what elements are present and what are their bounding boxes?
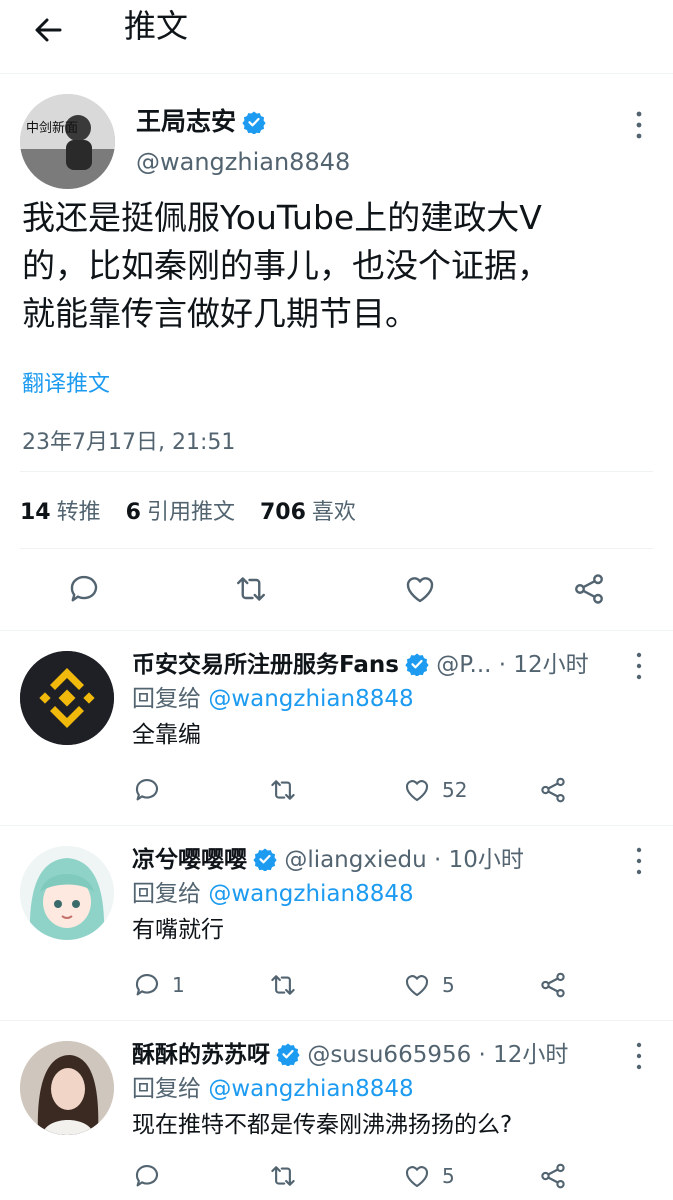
reply-button[interactable] [66, 571, 102, 607]
reply-button[interactable] [132, 1161, 172, 1191]
reply-author-name[interactable]: 币安交易所注册服务Fans [132, 652, 399, 678]
author-name-text[interactable]: 王局志安 [136, 107, 236, 136]
like-count: 52 [442, 778, 468, 802]
reply-meta: @susu665956 · 12小时 [307, 1042, 569, 1068]
reply-count: 1 [172, 973, 185, 997]
tweet-text-line: 我还是挺佩服YouTube上的建政大V [22, 198, 542, 237]
mention-link[interactable]: @wangzhian8848 [208, 881, 413, 907]
retweet-button[interactable] [233, 571, 269, 607]
reply-tweet[interactable]: 凉兮嘤嘤嘤 @liangxiedu · 10小时 回复给 @wangzhian8… [0, 826, 673, 1021]
retweets-stat[interactable]: 14 转推 [20, 500, 101, 525]
reply-header: 币安交易所注册服务Fans @P... · 12小时 [132, 649, 589, 681]
mention-link[interactable]: @wangzhian8848 [208, 686, 413, 712]
divider [20, 548, 653, 549]
share-icon [541, 777, 565, 803]
like-icon [405, 1166, 429, 1188]
author-handle[interactable]: @wangzhian8848 [136, 146, 350, 178]
more-options-button[interactable] [632, 651, 646, 681]
reply-text: 有嘴就行 [132, 917, 224, 943]
top-bar: 推文 [0, 0, 673, 74]
reply-header: 凉兮嘤嘤嘤 @liangxiedu · 10小时 [132, 844, 524, 876]
like-icon [406, 577, 434, 603]
tweet-text-line: 就能靠传言做好几期节目。 [22, 294, 418, 333]
like-button[interactable]: 52 [402, 775, 467, 805]
like-count: 5 [442, 973, 455, 997]
verified-badge-icon [405, 653, 429, 676]
share-icon [541, 972, 565, 998]
back-arrow-icon [35, 18, 62, 42]
author-avatar[interactable]: 中剑新面 [20, 94, 115, 189]
reply-icon [70, 575, 98, 602]
share-button[interactable] [538, 775, 568, 805]
like-button[interactable]: 5 [402, 1161, 455, 1191]
retweet-button[interactable] [268, 970, 308, 1000]
reply-to-line: 回复给 @wangzhian8848 [132, 1076, 414, 1102]
mention-link[interactable]: @wangzhian8848 [208, 1076, 413, 1102]
reply-avatar[interactable] [20, 1041, 114, 1135]
reply-meta: @P... · 12小时 [436, 652, 589, 678]
share-button[interactable] [538, 970, 568, 1000]
like-button[interactable] [402, 571, 438, 607]
retweet-button[interactable] [268, 775, 308, 805]
verified-badge-icon [242, 111, 266, 134]
reply-text: 全靠编 [132, 722, 201, 748]
tweet-text-line: 的，比如秦刚的事儿，也没个证据， [22, 246, 550, 285]
page-title: 推文 [124, 7, 189, 45]
reply-avatar[interactable] [20, 846, 114, 940]
reply-button[interactable] [132, 775, 172, 805]
verified-badge-icon [253, 848, 277, 871]
main-tweet: 中剑新面 王局志安 @wangzhian8848 我还是挺佩服YouTube上的… [0, 74, 673, 631]
reply-text: 现在推特不都是传秦刚沸沸扬扬的么? [132, 1112, 513, 1138]
reply-icon [135, 778, 159, 801]
reply-to-line: 回复给 @wangzhian8848 [132, 881, 414, 907]
tweet-text: 我还是挺佩服YouTube上的建政大V 的，比如秦刚的事儿，也没个证据， 就能靠… [22, 194, 642, 338]
retweet-icon [271, 975, 295, 995]
more-options-button[interactable] [632, 110, 646, 140]
more-icon [636, 652, 642, 680]
reply-icon [135, 973, 159, 996]
retweet-icon [237, 577, 265, 601]
reply-button[interactable]: 1 [132, 970, 185, 1000]
likes-stat[interactable]: 706 喜欢 [260, 500, 356, 525]
reply-header: 酥酥的苏苏呀 @susu665956 · 12小时 [132, 1039, 568, 1071]
reply-meta: @liangxiedu · 10小时 [284, 847, 524, 873]
share-button[interactable] [538, 1161, 568, 1191]
share-button[interactable] [571, 571, 607, 607]
verified-badge-icon [276, 1043, 300, 1066]
like-count: 5 [442, 1164, 455, 1188]
like-button[interactable]: 5 [402, 970, 455, 1000]
reply-tweet[interactable]: 币安交易所注册服务Fans @P... · 12小时 回复给 @wangzhia… [0, 631, 673, 826]
more-icon [636, 111, 642, 139]
retweet-button[interactable] [268, 1161, 308, 1191]
more-icon [636, 847, 642, 875]
like-icon [405, 975, 429, 997]
back-button[interactable] [30, 10, 70, 50]
author-name[interactable]: 王局志安 [136, 106, 266, 138]
share-icon [541, 1163, 565, 1189]
retweet-icon [271, 780, 295, 800]
avatar-calligraphy: 中剑新面 [26, 120, 78, 136]
quotes-stat[interactable]: 6 引用推文 [126, 500, 235, 525]
more-options-button[interactable] [632, 846, 646, 876]
divider [20, 471, 653, 472]
retweet-icon [271, 1166, 295, 1186]
reply-tweet[interactable]: 酥酥的苏苏呀 @susu665956 · 12小时 回复给 @wangzhian… [0, 1021, 673, 1200]
share-icon [575, 574, 603, 604]
translate-tweet-link[interactable]: 翻译推文 [22, 366, 110, 398]
like-icon [405, 780, 429, 802]
reply-author-name[interactable]: 凉兮嘤嘤嘤 [132, 847, 247, 873]
reply-avatar[interactable] [20, 651, 114, 745]
tweet-stats: 14 转推 6 引用推文 706 喜欢 [20, 494, 374, 526]
tweet-timestamp[interactable]: 23年7月17日, 21:51 [22, 424, 235, 456]
more-options-button[interactable] [632, 1041, 646, 1071]
reply-author-name[interactable]: 酥酥的苏苏呀 [132, 1042, 270, 1068]
more-icon [636, 1042, 642, 1070]
reply-icon [135, 1164, 159, 1187]
reply-to-line: 回复给 @wangzhian8848 [132, 686, 414, 712]
